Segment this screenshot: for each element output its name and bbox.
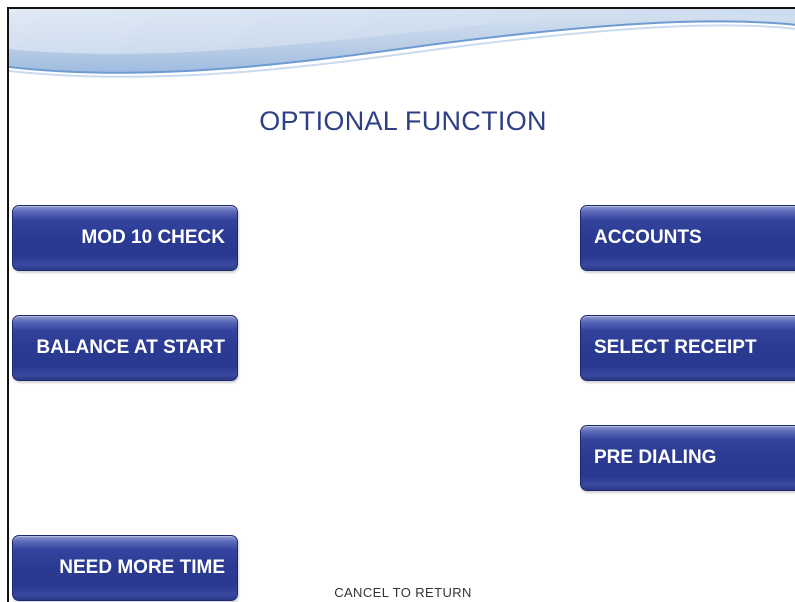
select-receipt-button[interactable]: SELECT RECEIPT	[580, 315, 795, 381]
page-title: OPTIONAL FUNCTION	[259, 106, 547, 136]
header-wave-banner	[9, 9, 795, 78]
atm-screen: OPTIONAL FUNCTION MOD 10 CHECK BALANCE A…	[7, 7, 795, 602]
accounts-button[interactable]: ACCOUNTS	[580, 205, 795, 271]
pre-dialing-button[interactable]: PRE DIALING	[580, 425, 795, 491]
mod-10-check-button[interactable]: MOD 10 CHECK	[12, 205, 238, 271]
cancel-to-return-hint: CANCEL TO RETURN	[334, 585, 472, 600]
balance-at-start-button[interactable]: BALANCE AT START	[12, 315, 238, 381]
